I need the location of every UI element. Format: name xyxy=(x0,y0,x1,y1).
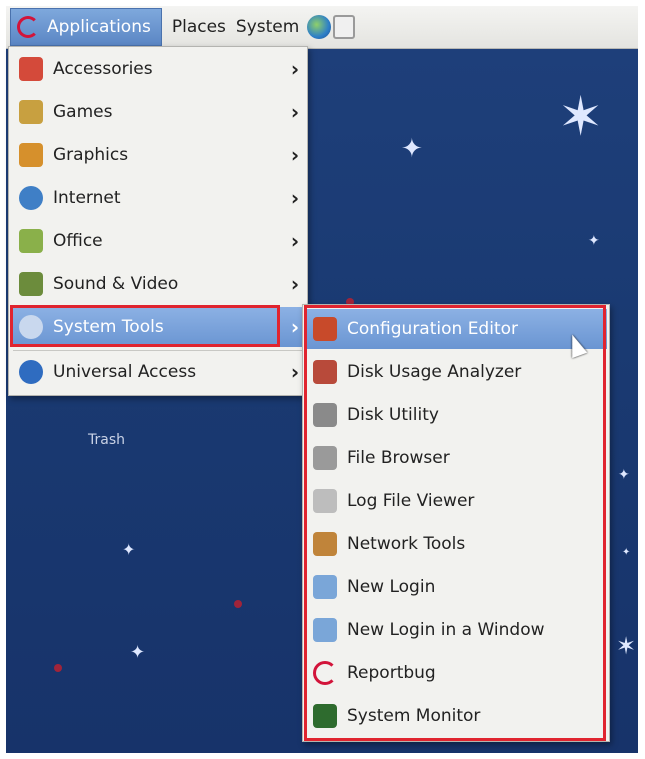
chevron-right-icon: › xyxy=(290,100,300,124)
menu-item-label: New Login xyxy=(347,577,436,597)
menu-item-network-tools[interactable]: Network Tools xyxy=(305,524,607,564)
internet-icon xyxy=(19,186,43,210)
notes-launcher-icon[interactable] xyxy=(333,15,356,39)
menu-item-label: Accessories xyxy=(53,59,153,79)
star-decoration: ✦ xyxy=(588,233,600,249)
web-browser-icon[interactable] xyxy=(307,15,332,39)
network-tools-icon xyxy=(313,532,337,556)
menu-item-label: Log File Viewer xyxy=(347,491,475,511)
menu-item-disk-utility[interactable]: Disk Utility xyxy=(305,395,607,435)
debian-logo-icon xyxy=(17,16,39,38)
trash-label[interactable]: Trash xyxy=(88,432,125,448)
menu-separator xyxy=(13,350,303,351)
chevron-right-icon: › xyxy=(290,186,300,210)
file-browser-icon xyxy=(313,446,337,470)
star-decoration: ✦ xyxy=(401,134,423,164)
menu-item-accessories[interactable]: Accessories › xyxy=(11,49,305,89)
star-decoration: ✦ xyxy=(122,540,136,559)
disk-utility-icon xyxy=(313,403,337,427)
star-decoration: ✶ xyxy=(558,85,604,148)
menu-item-label: Games xyxy=(53,102,113,122)
games-icon xyxy=(19,100,43,124)
system-tools-icon xyxy=(19,315,43,339)
star-decoration: ✦ xyxy=(622,547,631,558)
menu-item-label: System Tools xyxy=(53,317,164,337)
menu-item-graphics[interactable]: Graphics › xyxy=(11,135,305,175)
accessories-icon xyxy=(19,57,43,81)
star-decoration: ✦ xyxy=(618,467,630,483)
menu-item-label: New Login in a Window xyxy=(347,620,545,640)
menu-item-label: Graphics xyxy=(53,145,129,165)
log-file-viewer-icon xyxy=(313,489,337,513)
menu-item-file-browser[interactable]: File Browser xyxy=(305,438,607,478)
red-star-decoration xyxy=(54,664,62,672)
menu-item-office[interactable]: Office › xyxy=(11,221,305,261)
menu-item-configuration-editor[interactable]: Configuration Editor xyxy=(305,309,607,349)
star-decoration: ✦ xyxy=(130,642,146,663)
chevron-right-icon: › xyxy=(290,229,300,253)
menu-item-reportbug[interactable]: Reportbug xyxy=(305,653,607,693)
menu-item-label: Sound & Video xyxy=(53,274,179,294)
applications-menu-button[interactable]: Applications xyxy=(10,8,162,46)
menu-item-internet[interactable]: Internet › xyxy=(11,178,305,218)
menu-item-system-monitor[interactable]: System Monitor xyxy=(305,696,607,736)
system-menu-button[interactable]: System xyxy=(236,17,299,37)
applications-menu: Accessories › Games › Graphics › Interne… xyxy=(8,46,308,396)
graphics-icon xyxy=(19,143,43,167)
disk-usage-analyzer-icon xyxy=(313,360,337,384)
system-tools-submenu: Configuration Editor Disk Usage Analyzer… xyxy=(302,304,610,742)
system-monitor-icon xyxy=(313,704,337,728)
new-login-window-icon xyxy=(313,618,337,642)
applications-label: Applications xyxy=(47,17,151,37)
office-icon xyxy=(19,229,43,253)
menu-item-label: System Monitor xyxy=(347,706,481,726)
sound-video-icon xyxy=(19,272,43,296)
menu-item-sound-video[interactable]: Sound & Video › xyxy=(11,264,305,304)
menu-item-universal-access[interactable]: Universal Access › xyxy=(11,352,305,392)
configuration-editor-icon xyxy=(313,317,337,341)
menu-item-new-login-window[interactable]: New Login in a Window xyxy=(305,610,607,650)
menu-item-label: Network Tools xyxy=(347,534,466,554)
star-decoration: ✶ xyxy=(616,632,637,660)
menu-item-label: Disk Utility xyxy=(347,405,439,425)
menu-item-system-tools[interactable]: System Tools › xyxy=(11,307,305,347)
top-panel: Applications Places System xyxy=(6,6,638,49)
menu-item-label: Universal Access xyxy=(53,362,197,382)
menu-item-label: File Browser xyxy=(347,448,450,468)
menu-item-disk-usage-analyzer[interactable]: Disk Usage Analyzer xyxy=(305,352,607,392)
red-star-decoration xyxy=(234,600,242,608)
menu-item-log-file-viewer[interactable]: Log File Viewer xyxy=(305,481,607,521)
menu-item-label: Internet xyxy=(53,188,121,208)
chevron-right-icon: › xyxy=(290,272,300,296)
reportbug-icon xyxy=(313,661,337,685)
universal-access-icon xyxy=(19,360,43,384)
menu-item-label: Office xyxy=(53,231,103,251)
chevron-right-icon: › xyxy=(290,57,300,81)
menu-item-new-login[interactable]: New Login xyxy=(305,567,607,607)
menu-item-label: Reportbug xyxy=(347,663,436,683)
places-menu-button[interactable]: Places xyxy=(172,17,226,37)
new-login-icon xyxy=(313,575,337,599)
chevron-right-icon: › xyxy=(290,143,300,167)
menu-item-label: Disk Usage Analyzer xyxy=(347,362,522,382)
menu-item-games[interactable]: Games › xyxy=(11,92,305,132)
